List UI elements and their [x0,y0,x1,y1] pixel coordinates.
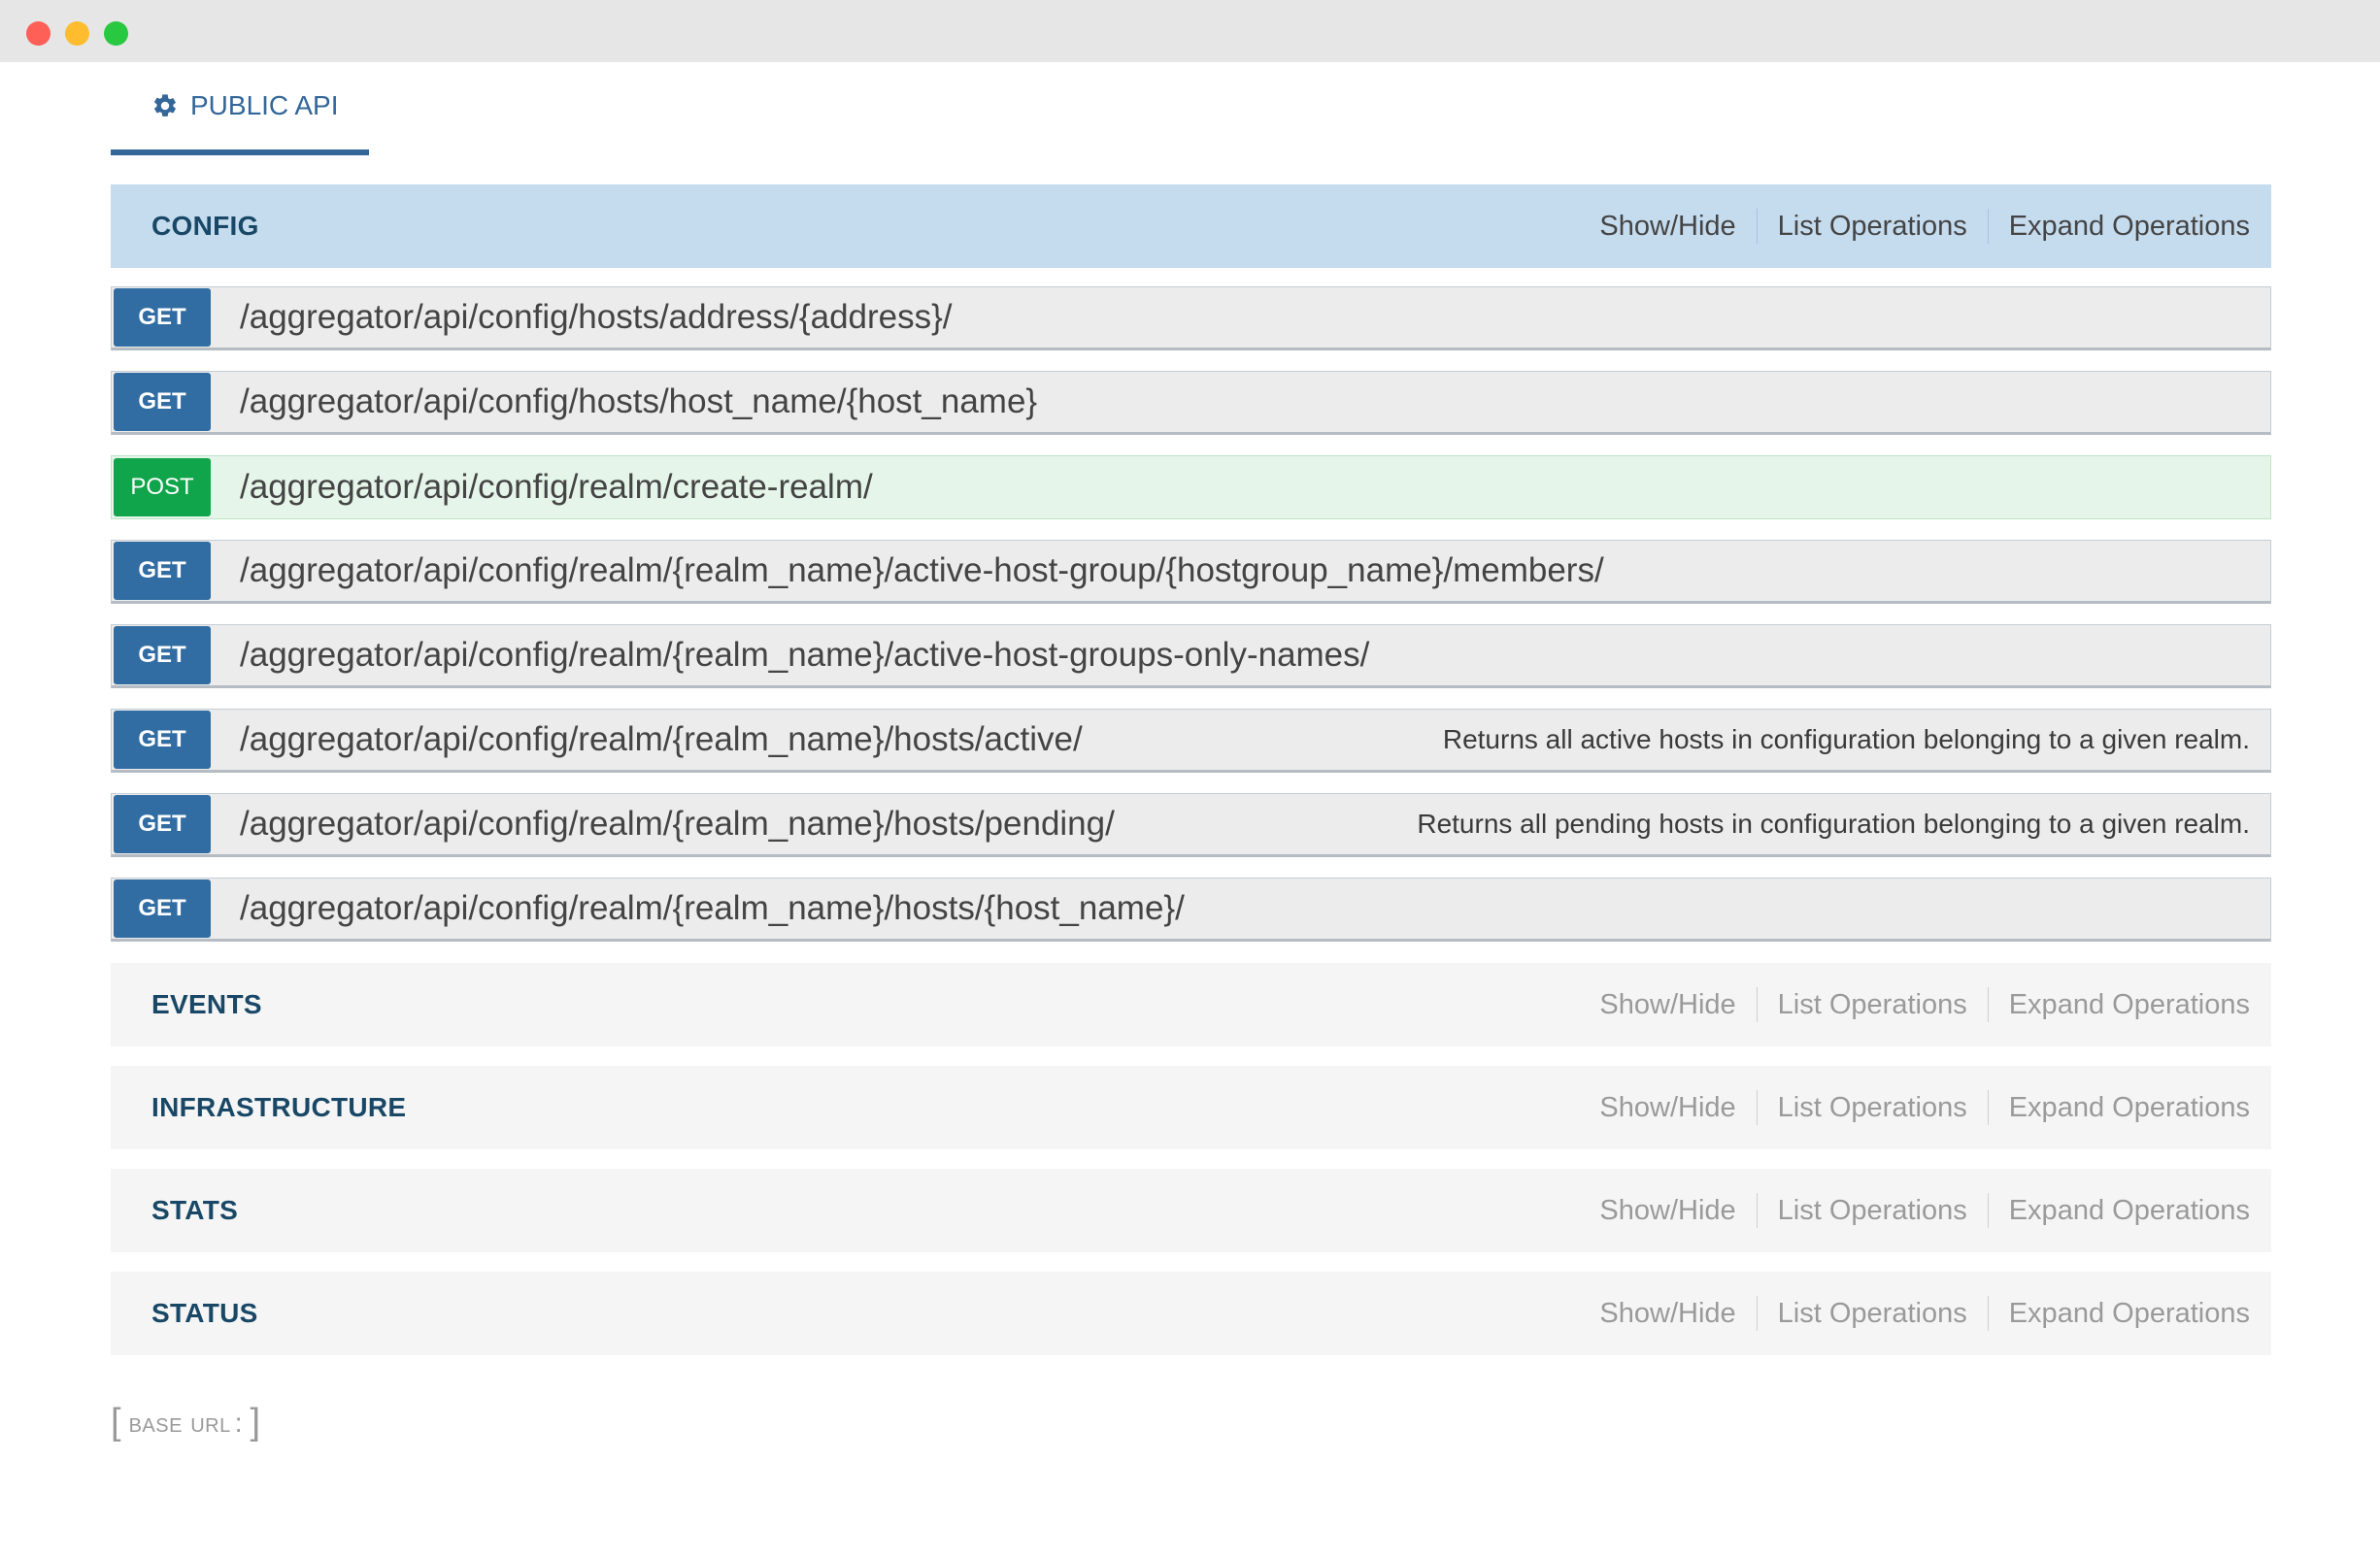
operation-path[interactable]: /aggregator/api/config/realm/{realm_name… [240,551,2270,590]
divider [1987,1296,1989,1331]
divider [1756,987,1758,1022]
divider [1987,1090,1989,1125]
resource-actions: Show/Hide List Operations Expand Operati… [1599,1296,2250,1331]
list-operations-link[interactable]: List Operations [1778,211,1967,243]
resource-name-status[interactable]: STATUS [151,1298,258,1329]
divider [1987,209,1989,244]
method-badge-get: GET [114,795,211,853]
base-url-label: base url [128,1407,231,1438]
open-bracket: [ [111,1402,121,1443]
base-url-footer: [ base url : ] [111,1402,2271,1443]
tab-label: PUBLIC API [190,90,339,120]
operation-row[interactable]: GET /aggregator/api/config/realm/{realm_… [111,878,2271,942]
operation-path[interactable]: /aggregator/api/config/realm/{realm_name… [240,805,1417,844]
collapsed-resources: EVENTS Show/Hide List Operations Expand … [111,963,2271,1355]
method-badge-post: POST [114,458,211,516]
operation-row[interactable]: GET /aggregator/api/config/hosts/host_na… [111,371,2271,435]
resource-name-config[interactable]: CONFIG [151,211,259,242]
operation-path[interactable]: /aggregator/api/config/realm/{realm_name… [240,636,2270,675]
minimize-window-button[interactable] [65,21,89,46]
show-hide-link[interactable]: Show/Hide [1599,989,1735,1021]
resource-header-events: EVENTS Show/Hide List Operations Expand … [111,963,2271,1046]
api-docs-content: PUBLIC API CONFIG Show/Hide List Operati… [111,62,2271,1443]
resource-config: CONFIG Show/Hide List Operations Expand … [111,184,2271,942]
resource-actions: Show/Hide List Operations Expand Operati… [1599,1193,2250,1228]
operations-list: GET /aggregator/api/config/hosts/address… [111,286,2271,942]
divider [1756,209,1758,244]
operation-row[interactable]: GET /aggregator/api/config/hosts/address… [111,286,2271,350]
list-operations-link[interactable]: List Operations [1778,989,1967,1021]
close-window-button[interactable] [26,21,50,46]
operation-path[interactable]: /aggregator/api/config/hosts/host_name/{… [240,382,2270,421]
divider [1756,1193,1758,1228]
base-url-colon: : [234,1407,243,1438]
show-hide-link[interactable]: Show/Hide [1599,1092,1735,1124]
list-operations-link[interactable]: List Operations [1778,1195,1967,1227]
show-hide-link[interactable]: Show/Hide [1599,1298,1735,1330]
maximize-window-button[interactable] [104,21,128,46]
operation-row[interactable]: GET /aggregator/api/config/realm/{realm_… [111,709,2271,773]
expand-operations-link[interactable]: Expand Operations [2009,1195,2250,1227]
resource-name-events[interactable]: EVENTS [151,989,262,1020]
show-hide-link[interactable]: Show/Hide [1599,211,1735,243]
operation-path[interactable]: /aggregator/api/config/hosts/address/{ad… [240,298,2270,337]
gear-icon [154,94,176,116]
operation-path[interactable]: /aggregator/api/config/realm/{realm_name… [240,889,2270,928]
operation-row[interactable]: GET /aggregator/api/config/realm/{realm_… [111,624,2271,688]
expand-operations-link[interactable]: Expand Operations [2009,211,2250,243]
resource-actions: Show/Hide List Operations Expand Operati… [1599,1090,2250,1125]
resource-name-infrastructure[interactable]: INFRASTRUCTURE [151,1092,406,1123]
browser-window: PUBLIC API CONFIG Show/Hide List Operati… [0,0,2380,1559]
resource-header-config: CONFIG Show/Hide List Operations Expand … [111,184,2271,268]
operation-description: Returns all active hosts in configuratio… [1442,724,2250,754]
operation-description: Returns all pending hosts in configurati… [1417,809,2250,839]
divider [1987,987,1989,1022]
list-operations-link[interactable]: List Operations [1778,1298,1967,1330]
method-badge-get: GET [114,542,211,600]
divider [1756,1090,1758,1125]
expand-operations-link[interactable]: Expand Operations [2009,1092,2250,1124]
resource-actions: Show/Hide List Operations Expand Operati… [1599,987,2250,1022]
close-bracket: ] [250,1402,261,1443]
operation-path[interactable]: /aggregator/api/config/realm/{realm_name… [240,720,1443,759]
operation-row[interactable]: POST /aggregator/api/config/realm/create… [111,455,2271,519]
method-badge-get: GET [114,288,211,347]
divider [1987,1193,1989,1228]
list-operations-link[interactable]: List Operations [1778,1092,1967,1124]
tab-bar: PUBLIC API [111,62,2271,155]
method-badge-get: GET [114,373,211,431]
resource-name-stats[interactable]: STATS [151,1195,238,1226]
method-badge-get: GET [114,626,211,684]
resource-header-stats: STATS Show/Hide List Operations Expand O… [111,1169,2271,1252]
tab-public-api[interactable]: PUBLIC API [111,62,369,155]
show-hide-link[interactable]: Show/Hide [1599,1195,1735,1227]
resource-header-infrastructure: INFRASTRUCTURE Show/Hide List Operations… [111,1066,2271,1149]
resource-header-status: STATUS Show/Hide List Operations Expand … [111,1272,2271,1355]
resource-actions: Show/Hide List Operations Expand Operati… [1599,209,2250,244]
expand-operations-link[interactable]: Expand Operations [2009,1298,2250,1330]
method-badge-get: GET [114,711,211,769]
method-badge-get: GET [114,879,211,938]
expand-operations-link[interactable]: Expand Operations [2009,989,2250,1021]
operation-row[interactable]: GET /aggregator/api/config/realm/{realm_… [111,793,2271,857]
operation-row[interactable]: GET /aggregator/api/config/realm/{realm_… [111,540,2271,604]
divider [1756,1296,1758,1331]
window-titlebar [0,0,2380,62]
operation-path[interactable]: /aggregator/api/config/realm/create-real… [240,468,2270,507]
